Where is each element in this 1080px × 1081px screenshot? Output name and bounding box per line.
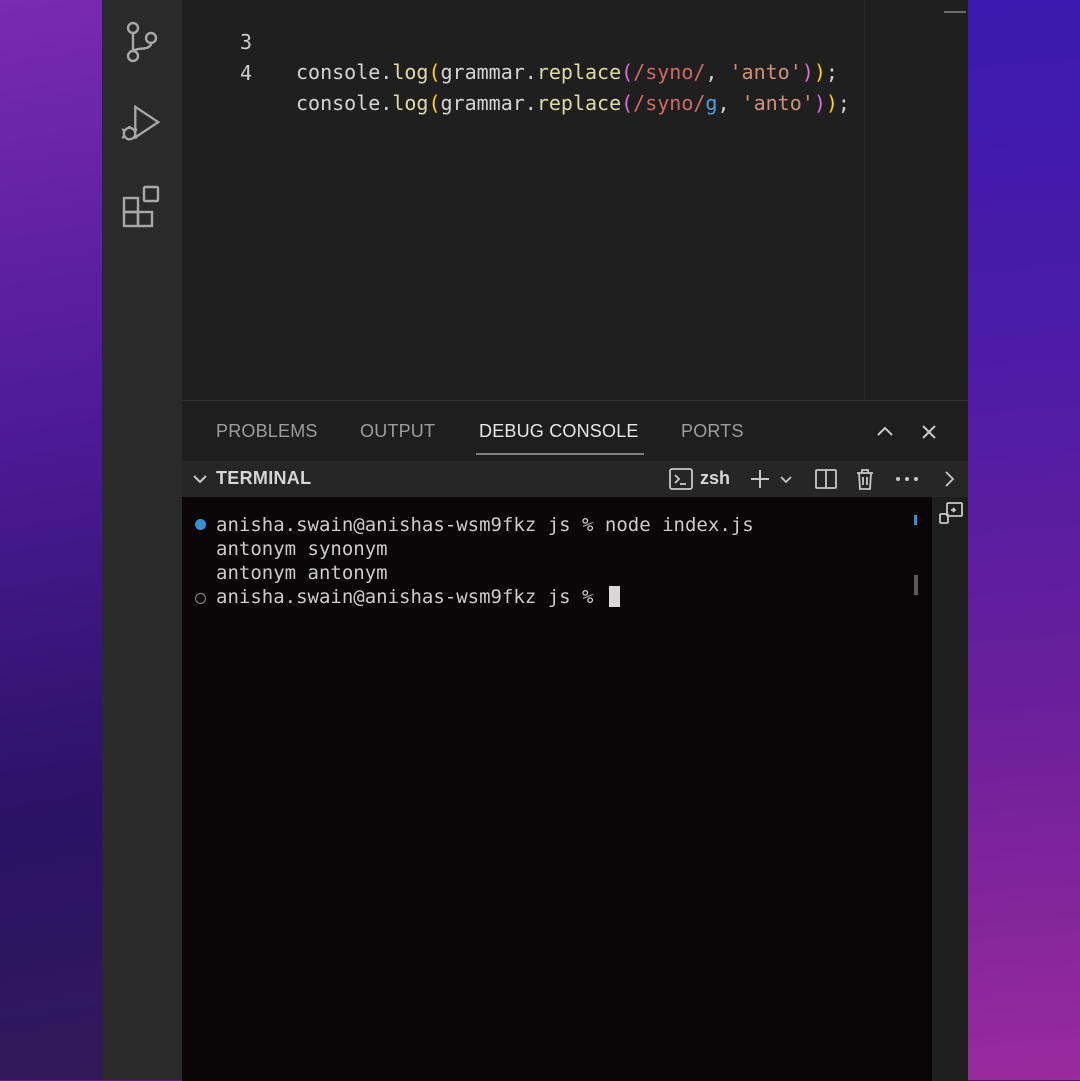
code-token: log: [392, 91, 429, 115]
chevron-up-icon[interactable]: [870, 417, 900, 447]
plus-icon[interactable]: [748, 465, 772, 493]
extensions-icon[interactable]: [120, 184, 164, 228]
code-token: ): [801, 60, 814, 84]
code-token: g: [705, 91, 718, 115]
tab-output[interactable]: OUTPUT: [360, 421, 435, 442]
tab-debug-console[interactable]: DEBUG CONSOLE: [479, 421, 639, 442]
code-token: ): [813, 60, 826, 84]
terminal-move-icon[interactable]: [938, 501, 964, 531]
code-token: grammar.: [440, 91, 537, 115]
terminal-line: anisha.swain@anishas-wsm9fkz js % node i…: [216, 514, 754, 536]
terminal-shell-name[interactable]: zsh: [700, 468, 730, 489]
code-token: 'anto': [729, 60, 802, 84]
code-token: 'anto': [741, 91, 814, 115]
code-token: ): [813, 91, 826, 115]
code-token: console.: [296, 91, 393, 115]
code-token: ): [825, 91, 838, 115]
line-number: 4: [239, 61, 252, 85]
more-icon[interactable]: [894, 465, 920, 493]
code-token: ;: [825, 60, 838, 84]
split-icon[interactable]: [814, 465, 838, 493]
desktop-wallpaper-right: [968, 0, 1080, 1080]
terminal-side-bar: [932, 497, 968, 1081]
code-token: ,: [717, 91, 742, 115]
vscode-window: 3 console.log(grammar.replace(/syno/, 'a…: [102, 0, 968, 1081]
terminal-prompt: anisha.swain@anishas-wsm9fkz js %: [216, 586, 605, 608]
terminal-line: antonym antonym: [216, 562, 388, 584]
terminal-header[interactable]: TERMINAL zsh: [182, 461, 968, 497]
panel-tab-bar: PROBLEMS OUTPUT DEBUG CONSOLE PORTS: [182, 401, 968, 461]
overview-ruler-mark: [944, 11, 966, 13]
close-icon[interactable]: [914, 417, 944, 447]
terminal-output[interactable]: anisha.swain@anishas-wsm9fkz js % node i…: [182, 497, 932, 1081]
terminal-title: TERMINAL: [216, 468, 312, 488]
code-line: 4 console.log(grammar.replace(/syno/g, '…: [182, 28, 850, 115]
code-line: 3 console.log(grammar.replace(/syno/, 'a…: [182, 0, 838, 84]
terminal-icon[interactable]: [668, 465, 694, 493]
code-text: console.log(grammar.replace(/syno/, 'ant…: [296, 57, 838, 87]
command-pending-dot: [195, 593, 206, 604]
trash-icon[interactable]: [854, 465, 876, 493]
tab-problems[interactable]: PROBLEMS: [216, 421, 318, 442]
chevron-down-icon[interactable]: [192, 471, 208, 487]
code-token: ;: [837, 91, 850, 115]
code-token: console.: [296, 60, 393, 84]
scrollbar-marker: [914, 515, 917, 525]
code-token: /syno/: [633, 91, 706, 115]
code-token: log: [392, 60, 429, 84]
bottom-panel: PROBLEMS OUTPUT DEBUG CONSOLE PORTS TERM…: [182, 400, 968, 1081]
code-text: console.log(grammar.replace(/syno/g, 'an…: [296, 88, 850, 118]
code-token: (: [428, 91, 441, 115]
run-debug-icon[interactable]: [120, 102, 164, 146]
code-token: replace: [536, 91, 622, 115]
terminal-cursor: [608, 586, 620, 607]
scrollbar-thumb[interactable]: [914, 575, 918, 595]
code-token: ,: [705, 60, 730, 84]
minimap-divider: [864, 0, 865, 400]
code-token: replace: [536, 60, 622, 84]
source-control-icon[interactable]: [120, 20, 164, 64]
chevron-down-icon[interactable]: [778, 465, 794, 493]
code-token: (: [621, 91, 634, 115]
code-token: (: [428, 60, 441, 84]
code-token: (: [621, 60, 634, 84]
command-success-dot: [195, 519, 206, 530]
code-editor[interactable]: 3 console.log(grammar.replace(/syno/, 'a…: [182, 0, 968, 400]
desktop-wallpaper-left: [0, 0, 102, 1080]
active-tab-indicator: [476, 453, 644, 455]
code-token: grammar.: [440, 60, 537, 84]
activity-bar: [102, 0, 182, 1080]
terminal-line: antonym synonym: [216, 538, 388, 560]
chevron-right-icon[interactable]: [940, 465, 958, 493]
terminal-prompt-line[interactable]: anisha.swain@anishas-wsm9fkz js %: [216, 585, 620, 609]
code-token: /syno/: [633, 60, 706, 84]
tab-ports[interactable]: PORTS: [681, 421, 744, 442]
